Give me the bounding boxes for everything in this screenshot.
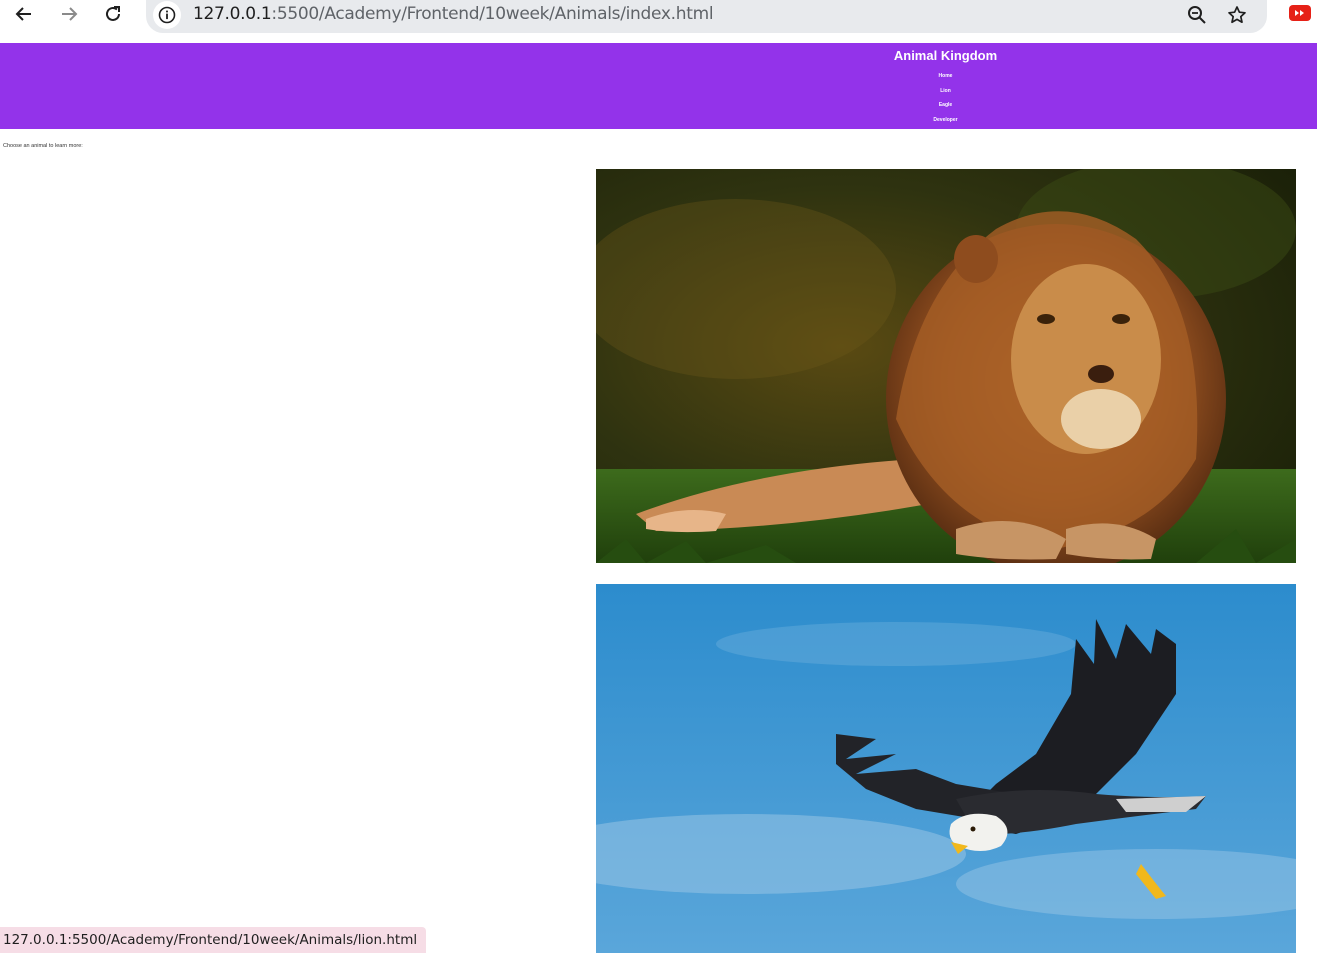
nav-item-home: Home [574,73,1317,88]
browser-toolbar: 127.0.0.1:5500/Academy/Frontend/10week/A… [0,0,1317,43]
arrow-right-icon [62,7,78,21]
site-info-button[interactable] [153,1,181,29]
page-title: Animal Kingdom [893,48,998,63]
reload-icon [106,6,120,21]
intro-text: Choose an animal to learn more: [3,143,83,149]
nav-item-developer: Developer [574,117,1317,132]
bookmark-button[interactable] [1225,3,1249,27]
nav-item-lion: Lion [574,88,1317,103]
lion-image [596,169,1296,563]
nav-item-eagle: Eagle [574,102,1317,117]
eagle-image-link[interactable] [596,584,1296,953]
zoom-out-icon [1188,6,1206,24]
site-nav: Home Lion Eagle Developer [574,73,1317,131]
nav-link-developer[interactable]: Developer [933,117,957,123]
reload-button[interactable] [101,2,125,26]
zoom-button[interactable] [1185,3,1209,27]
lion-image-link[interactable] [596,169,1296,563]
nav-link-eagle[interactable]: Eagle [939,102,952,108]
eagle-image [596,584,1296,953]
info-icon [158,6,176,24]
url-path: :5500/Academy/Frontend/10week/Animals/in… [271,4,714,24]
arrow-left-icon [15,7,31,21]
url-text[interactable]: 127.0.0.1:5500/Academy/Frontend/10week/A… [193,4,714,24]
site-header: Animal Kingdom Home Lion Eagle Developer [0,43,1317,129]
forward-button[interactable] [57,2,81,26]
status-bubble: 127.0.0.1:5500/Academy/Frontend/10week/A… [0,927,427,953]
url-host: 127.0.0.1 [193,4,272,24]
nav-link-home[interactable]: Home [939,73,953,79]
star-icon [1228,6,1246,24]
address-bar[interactable]: 127.0.0.1:5500/Academy/Frontend/10week/A… [146,0,1267,33]
nav-link-lion[interactable]: Lion [940,88,951,94]
back-button[interactable] [12,2,36,26]
youtube-icon[interactable] [1289,5,1311,21]
